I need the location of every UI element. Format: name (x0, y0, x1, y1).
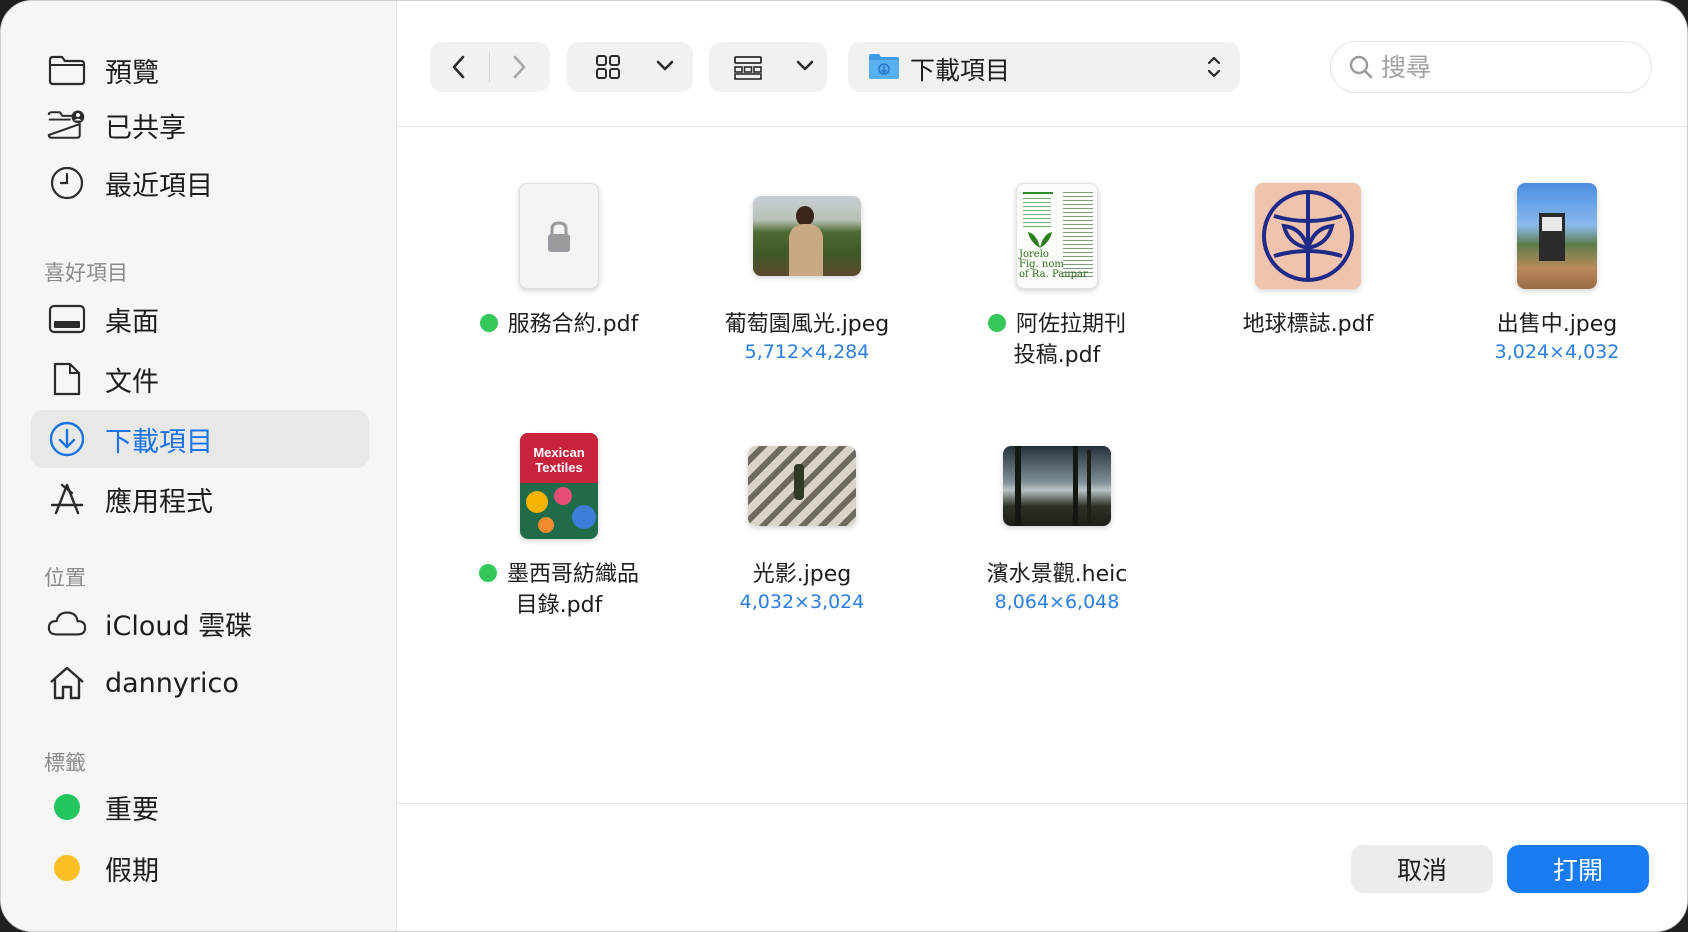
dialog-footer: 取消 打開 (397, 803, 1687, 931)
tag-dot-icon (47, 787, 87, 827)
pdf-thumbnail (1255, 183, 1361, 289)
chevron-down-icon (655, 58, 675, 77)
path-popup[interactable]: 下載項目 (848, 42, 1240, 92)
sidebar-item-applications[interactable]: 應用程式 (31, 470, 369, 528)
cancel-button[interactable]: 取消 (1351, 845, 1493, 893)
file-name: 地球標誌.pdf (1242, 312, 1374, 337)
image-thumbnail (1517, 183, 1597, 289)
grid-icon (595, 54, 621, 84)
desktop-icon (47, 299, 87, 339)
view-mode-button[interactable] (567, 42, 693, 92)
file-name: 葡萄園風光.jpeg (724, 312, 890, 337)
sidebar-item-label: dannyrico (105, 667, 239, 699)
journal-cover-text: Jorelo Fig. nom of Ra. Paupar (1019, 249, 1088, 280)
sidebar-item-desktop[interactable]: 桌面 (31, 290, 369, 348)
file-name: 墨西哥紡織品 目錄.pdf (439, 559, 679, 621)
path-label: 下載項目 (910, 56, 1011, 85)
pdf-thumbnail (519, 183, 599, 289)
image-dimensions: 5,712×4,284 (744, 341, 870, 363)
file-name: 出售中.jpeg (1496, 312, 1618, 337)
sidebar-item-preview[interactable]: 預覽 (31, 41, 369, 99)
image-dimensions: 8,064×6,048 (994, 591, 1120, 613)
sidebar-item-recents[interactable]: 最近項目 (31, 154, 369, 212)
sidebar-item-icloud[interactable]: iCloud 雲碟 (31, 594, 369, 652)
tag-dot-icon (479, 314, 498, 332)
locations-header: 位置 (44, 566, 86, 590)
chevron-down-icon (795, 58, 815, 77)
downloads-folder-icon (868, 52, 900, 84)
shared-folder-icon (47, 105, 87, 145)
tag-dot-icon (478, 564, 497, 582)
tags-header: 標籤 (44, 751, 86, 775)
pdf-thumbnail: Jorelo Fig. nom of Ra. Paupar (1016, 183, 1098, 289)
file-open-dialog: 預覽 已共享 最近項目 喜好項目 桌面 文件 下載項目 應用程式 位置 iClo… (0, 0, 1688, 932)
sidebar-item-shared[interactable]: 已共享 (31, 96, 369, 154)
sidebar-item-documents[interactable]: 文件 (31, 350, 369, 408)
sidebar-item-label: 已共享 (105, 112, 186, 144)
image-thumbnail (748, 446, 856, 526)
clock-icon (47, 163, 87, 203)
toolbar: 下載項目 (397, 1, 1687, 127)
lock-icon (548, 221, 570, 252)
document-icon (47, 359, 87, 399)
sidebar-item-label: 應用程式 (105, 486, 213, 518)
sidebar: 預覽 已共享 最近項目 喜好項目 桌面 文件 下載項目 應用程式 位置 iClo… (1, 1, 397, 931)
file-grid: 服務合約.pdf 葡萄園風光.jpeg 5,712×4,284 Jorelo F… (397, 128, 1687, 803)
chevron-left-icon (452, 55, 465, 79)
group-by-button[interactable] (709, 42, 827, 92)
nav-group (430, 42, 550, 92)
sidebar-item-label: 下載項目 (105, 426, 213, 458)
cloud-icon (47, 603, 87, 643)
file-name: 阿佐拉期刊 投稿.pdf (937, 309, 1177, 371)
file-name: 濱水景觀.heic (986, 562, 1128, 587)
sidebar-item-label: 文件 (105, 366, 159, 398)
tag-dot-icon (987, 314, 1006, 332)
globe-logo-icon (1262, 190, 1354, 282)
sidebar-item-label: 最近項目 (105, 170, 213, 202)
sidebar-item-label: iCloud 雲碟 (105, 610, 253, 642)
tag-dot-icon (47, 848, 87, 888)
back-button[interactable] (430, 42, 488, 92)
search-input[interactable] (1381, 50, 1641, 84)
home-icon (47, 663, 87, 703)
image-thumbnail (1003, 446, 1111, 526)
favorites-header: 喜好項目 (44, 261, 128, 285)
folder-icon (47, 50, 87, 90)
gallery-icon (733, 55, 763, 85)
download-icon (47, 419, 87, 459)
sidebar-item-downloads[interactable]: 下載項目 (31, 410, 369, 468)
open-button[interactable]: 打開 (1507, 845, 1649, 893)
sidebar-item-label: 假期 (105, 855, 159, 887)
file-name: 服務合約.pdf (439, 309, 679, 340)
search-icon (1348, 54, 1374, 84)
image-dimensions: 4,032×3,024 (739, 591, 865, 613)
pdf-thumbnail: Mexican Textiles (520, 433, 598, 539)
sidebar-item-tag-important[interactable]: 重要 (31, 778, 369, 836)
sidebar-item-label: 桌面 (105, 306, 159, 338)
file-name: 光影.jpeg (752, 562, 852, 587)
forward-button[interactable] (490, 42, 548, 92)
search-field[interactable] (1330, 41, 1652, 93)
sidebar-item-tag-vacation[interactable]: 假期 (31, 839, 369, 897)
sidebar-item-label: 重要 (105, 794, 159, 826)
updown-chevron-icon (1206, 54, 1222, 84)
image-dimensions: 3,024×4,032 (1494, 341, 1620, 363)
sidebar-item-home[interactable]: dannyrico (31, 654, 369, 712)
sidebar-item-label: 預覽 (105, 57, 159, 89)
image-thumbnail (753, 196, 861, 276)
textiles-cover-text: Mexican Textiles (533, 445, 585, 475)
apps-icon (47, 479, 87, 519)
chevron-right-icon (513, 55, 526, 79)
